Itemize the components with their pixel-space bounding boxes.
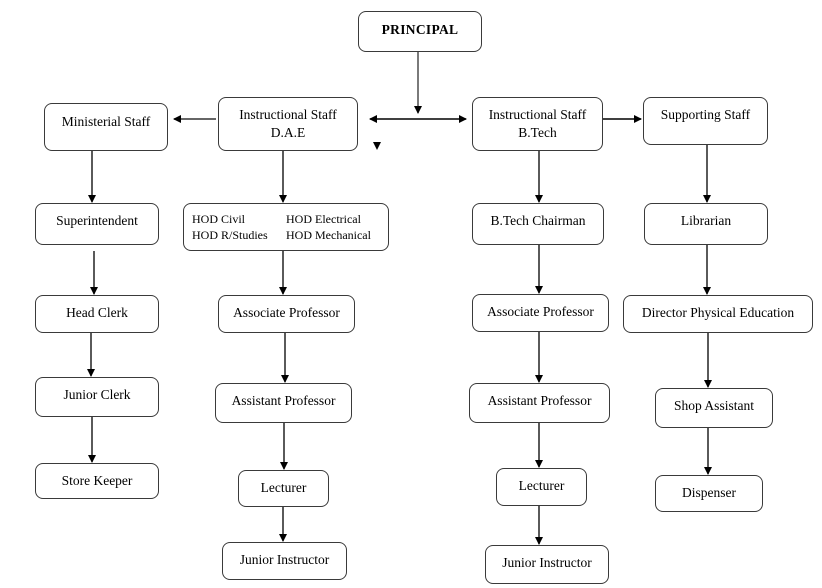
node-dae-junior-instructor: Junior Instructor (222, 542, 347, 580)
node-label: Junior Clerk (63, 387, 131, 402)
node-label: B.Tech Chairman (490, 213, 586, 228)
org-chart: PRINCIPAL Ministerial Staff Instructiona… (0, 0, 822, 588)
hod-grid: HOD Civil HOD Electrical HOD R/Studies H… (192, 211, 382, 243)
node-label: Assistant Professor (487, 393, 592, 408)
node-superintendent: Superintendent (35, 203, 159, 245)
node-label: Junior Instructor (502, 555, 592, 570)
hod-civil: HOD Civil (192, 212, 246, 226)
node-director-physical-education: Director Physical Education (623, 295, 813, 333)
node-dae-assistant-professor: Assistant Professor (215, 383, 352, 423)
node-dae-associate-professor: Associate Professor (218, 295, 355, 333)
node-label: Dispenser (682, 485, 736, 500)
node-instructional-staff-dae: Instructional Staff D.A.E (218, 97, 358, 151)
node-label-line1: Instructional Staff (239, 107, 337, 122)
hod-r-studies: HOD R/Studies (192, 228, 268, 242)
node-instructional-staff-btech: Instructional Staff B.Tech (472, 97, 603, 151)
node-dispenser: Dispenser (655, 475, 763, 512)
node-btech-lecturer: Lecturer (496, 468, 587, 506)
node-btech-assistant-professor: Assistant Professor (469, 383, 610, 423)
node-btech-associate-professor: Associate Professor (472, 294, 609, 332)
node-btech-chairman: B.Tech Chairman (472, 203, 604, 245)
node-label: Associate Professor (233, 305, 340, 320)
node-ministerial-staff: Ministerial Staff (44, 103, 168, 151)
hod-electrical: HOD Electrical (286, 212, 361, 226)
node-label: Store Keeper (61, 473, 133, 488)
node-label: Supporting Staff (660, 107, 751, 122)
node-label-line2: B.Tech (518, 125, 557, 140)
node-label: Ministerial Staff (61, 114, 151, 129)
node-label: Lecturer (518, 478, 565, 493)
node-junior-clerk: Junior Clerk (35, 377, 159, 417)
node-label-line1: Instructional Staff (488, 107, 587, 122)
node-label: PRINCIPAL (381, 22, 459, 37)
node-label: Assistant Professor (231, 393, 336, 408)
node-supporting-staff: Supporting Staff (643, 97, 768, 145)
node-label: Junior Instructor (239, 552, 330, 567)
node-head-clerk: Head Clerk (35, 295, 159, 333)
node-label: Superintendent (56, 213, 138, 228)
node-label: Head Clerk (66, 305, 128, 320)
node-dae-lecturer: Lecturer (238, 470, 329, 507)
node-label: Shop Assistant (674, 398, 754, 413)
stray-arrowhead-icon (373, 142, 381, 150)
node-principal: PRINCIPAL (358, 11, 482, 52)
node-label: Director Physical Education (641, 305, 795, 320)
node-btech-junior-instructor: Junior Instructor (485, 545, 609, 584)
node-librarian: Librarian (644, 203, 768, 245)
node-hods-dae: HOD Civil HOD Electrical HOD R/Studies H… (183, 203, 389, 251)
hod-mechanical: HOD Mechanical (286, 228, 371, 242)
node-label: Associate Professor (487, 304, 594, 319)
node-label: Lecturer (260, 480, 307, 495)
node-shop-assistant: Shop Assistant (655, 388, 773, 428)
node-store-keeper: Store Keeper (35, 463, 159, 499)
node-label: Librarian (680, 213, 732, 228)
node-label-line2: D.A.E (270, 125, 306, 140)
